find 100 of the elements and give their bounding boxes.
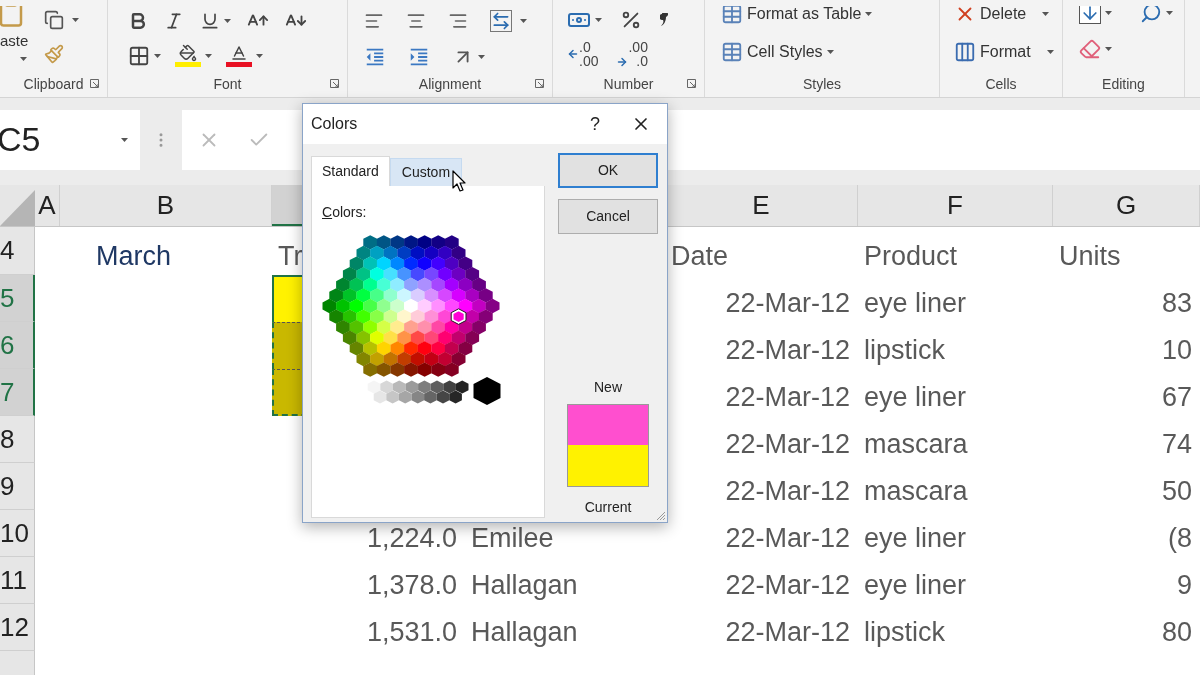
row-header[interactable]: 6 — [0, 322, 35, 369]
dialog-title: Colors — [311, 114, 359, 134]
caret-icon[interactable] — [595, 18, 602, 22]
caret-icon[interactable] — [1105, 47, 1112, 51]
color-honeycomb[interactable] — [322, 235, 500, 377]
tab[interactable]: Custom — [389, 158, 463, 186]
italic-icon[interactable] — [164, 11, 184, 31]
borders-icon[interactable] — [128, 44, 150, 67]
table-cell: 22-Mar-12 — [725, 569, 850, 601]
caret-icon[interactable] — [1042, 12, 1050, 16]
row-header[interactable]: 7 — [0, 369, 35, 416]
caret-icon[interactable] — [826, 50, 834, 54]
caret-icon[interactable] — [154, 53, 161, 58]
style-button[interactable]: Format as Table — [721, 6, 939, 26]
table-cell: Units — [1059, 240, 1121, 272]
table-cell: 80 — [1161, 616, 1192, 648]
dialog-launcher-icon[interactable] — [687, 79, 696, 88]
table-icon — [721, 6, 743, 25]
search-icon[interactable] — [1140, 6, 1162, 24]
table-cell: 1,378.0 — [366, 569, 457, 601]
caret-icon[interactable] — [478, 55, 485, 59]
column-header[interactable]: G — [1053, 185, 1200, 226]
table-cell: 22-Mar-12 — [725, 381, 850, 413]
table-cell: Date — [671, 240, 729, 272]
caret-icon[interactable] — [256, 53, 263, 58]
caret-icon[interactable] — [224, 19, 231, 23]
table-cell: 9 — [1176, 569, 1192, 601]
dialog-launcher-icon[interactable] — [535, 79, 544, 88]
button-label: Format — [980, 42, 1031, 62]
eraser-icon[interactable] — [1079, 38, 1101, 60]
fill-bucket-icon[interactable] — [179, 44, 197, 62]
cells-button[interactable]: Delete — [954, 6, 1062, 26]
indent-increase-icon[interactable] — [408, 46, 430, 68]
caret-icon[interactable] — [72, 18, 80, 22]
group-label: Alignment — [418, 74, 482, 94]
table-cell: 74 — [1161, 428, 1192, 460]
table-cell: mascara — [864, 428, 968, 460]
table-cell: (8 — [1168, 522, 1192, 554]
tab[interactable]: Standard — [311, 156, 390, 186]
row-header[interactable]: 4 — [0, 227, 35, 275]
table-cell: 1,224.0 — [366, 522, 457, 554]
caret-icon[interactable] — [20, 56, 27, 61]
paste-button[interactable]: aste — [0, 30, 29, 53]
dialog-launcher-icon[interactable] — [330, 79, 339, 88]
decrease-decimal-button[interactable]: .00 .0 — [616, 40, 648, 68]
caret-icon[interactable] — [520, 19, 527, 23]
dialog-launcher-icon[interactable] — [90, 79, 99, 88]
align-right-icon[interactable] — [448, 11, 468, 31]
dialog-button[interactable]: Cancel — [558, 199, 658, 234]
caret-icon[interactable] — [865, 12, 873, 16]
shade-swatch-row[interactable] — [367, 380, 469, 404]
dialog-button[interactable]: OK — [558, 153, 658, 188]
font-color-bar — [226, 62, 252, 67]
table-cell: 22-Mar-12 — [725, 475, 850, 507]
align-left-icon[interactable] — [364, 11, 384, 31]
caret-icon[interactable] — [1166, 11, 1173, 15]
decimal-text: .00 — [579, 54, 599, 68]
row-header[interactable]: 9 — [0, 463, 35, 510]
table-cell: lipstick — [864, 334, 945, 366]
caret-icon[interactable] — [1046, 50, 1054, 54]
table-cell: 10 — [1161, 334, 1192, 366]
table-cell: eye liner — [864, 381, 967, 413]
colors-label: Colors: — [321, 203, 368, 222]
table-cell: Tr — [278, 240, 303, 272]
help-button[interactable]: ? — [575, 110, 615, 138]
group-label: Editing — [1102, 74, 1145, 94]
table-cell: eye liner — [864, 522, 967, 554]
cells-button[interactable]: Format — [954, 40, 1062, 64]
group-label: Styles — [802, 74, 842, 94]
right-arrow-icon — [616, 56, 629, 68]
table-cell: Emilee — [471, 522, 554, 554]
new-label: New — [593, 378, 623, 397]
align-center-icon[interactable] — [406, 11, 426, 31]
indent-decrease-icon[interactable] — [364, 46, 386, 68]
underline-icon[interactable] — [200, 11, 220, 31]
increase-decimal-button[interactable]: .0 .00 — [567, 40, 599, 68]
wide-arrows-icon[interactable] — [490, 10, 512, 32]
style-button[interactable]: Cell Styles — [721, 40, 939, 64]
row-header[interactable]: 12 — [0, 604, 35, 651]
caret-icon[interactable] — [121, 137, 128, 142]
row-header[interactable]: 8 — [0, 416, 35, 463]
left-arrow-icon — [567, 48, 579, 60]
caret-icon[interactable] — [1105, 11, 1112, 15]
caret-icon[interactable] — [205, 53, 212, 58]
column-header[interactable]: A — [35, 185, 60, 226]
font-color-icon[interactable] — [230, 44, 248, 62]
row-header[interactable]: 5 — [0, 275, 35, 322]
button-label: Cell Styles — [747, 42, 823, 62]
copy-icon[interactable] — [44, 10, 65, 30]
resize-grip-icon[interactable] — [656, 511, 666, 521]
percent-icon[interactable] — [620, 9, 642, 31]
row-header[interactable]: 10 — [0, 510, 35, 557]
group-label: Font — [213, 74, 242, 94]
large-swatch[interactable] — [473, 377, 501, 405]
row-header[interactable]: 11 — [0, 557, 35, 604]
button-label: Delete — [980, 6, 1027, 24]
column-header[interactable]: F — [858, 185, 1053, 226]
table-cell: 22-Mar-12 — [725, 616, 850, 648]
comma-icon[interactable] — [660, 13, 668, 27]
table-cell: 67 — [1161, 381, 1192, 413]
